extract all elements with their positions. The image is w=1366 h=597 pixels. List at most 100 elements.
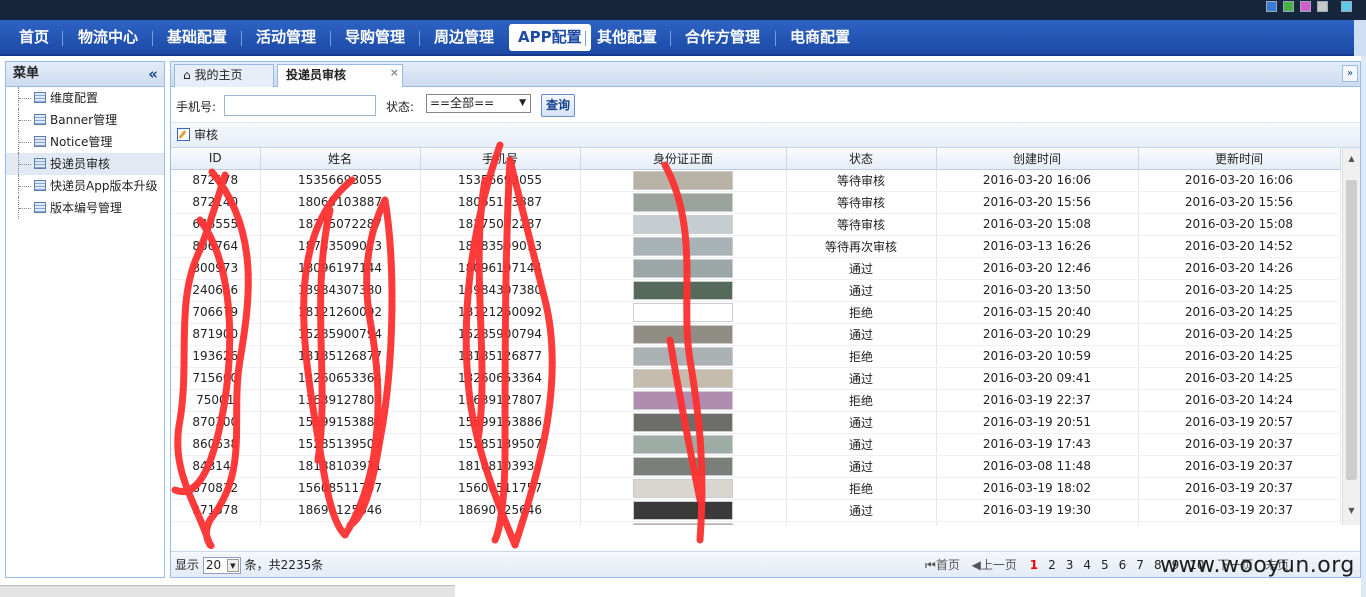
id-photo-thumbnail[interactable] [633, 280, 733, 300]
nav-item-partner[interactable]: 合作方管理 [676, 24, 769, 51]
id-photo-thumbnail[interactable] [633, 170, 733, 190]
nav-item-ecommerce[interactable]: 电商配置 [781, 24, 859, 51]
column-header-status[interactable]: 状态 [786, 148, 937, 170]
id-photo-thumbnail[interactable] [633, 324, 733, 344]
cell-id-photo[interactable] [580, 477, 787, 500]
sidebar-item-courier-audit[interactable]: 投递员审核 [6, 153, 164, 175]
column-header-name[interactable]: 姓名 [260, 148, 421, 170]
table-row[interactable]: 648555 18275072287 18275072287 等待审核 2016-03-… [171, 213, 1341, 236]
scroll-up-icon[interactable]: ▲ [1345, 154, 1358, 167]
table-row[interactable]: 240656 13984307380 13984307380 通过 2016-03-20… [171, 279, 1341, 302]
cell-id-photo[interactable] [580, 169, 787, 192]
close-icon[interactable]: × [390, 62, 399, 83]
page-number-link[interactable]: 7 [1136, 552, 1144, 578]
table-row[interactable]: 715600 13260653364 13260653364 通过 2016-03-20… [171, 367, 1341, 390]
window-button-blue[interactable] [1266, 1, 1277, 12]
cell-id-photo[interactable] [580, 345, 787, 368]
nav-item-app-config[interactable]: APP配置 [509, 24, 591, 51]
page-number-link[interactable]: 4 [1083, 552, 1091, 578]
id-photo-thumbnail[interactable] [633, 302, 733, 322]
cell-id-photo[interactable] [580, 191, 787, 214]
id-photo-thumbnail[interactable] [633, 412, 733, 432]
table-row[interactable]: 806764 18783509013 18783509013 等待再次审核 2016-0… [171, 235, 1341, 258]
table-row[interactable]: 193626 18185126877 18185126877 拒绝 2016-03-20… [171, 345, 1341, 368]
cell-id-photo[interactable] [580, 455, 787, 478]
column-header-phone[interactable]: 手机号 [420, 148, 581, 170]
column-header-id-photo[interactable]: 身份证正面 [580, 148, 787, 170]
nav-item-logistics[interactable]: 物流中心 [69, 24, 147, 51]
table-row[interactable]: 872178 15356693055 15356693055 等待审核 2016-03-… [171, 169, 1341, 192]
table-row[interactable]: 870300 15599153886 15599153886 通过 2016-03-19… [171, 411, 1341, 434]
id-photo-thumbnail[interactable] [633, 390, 733, 410]
id-photo-thumbnail[interactable] [633, 368, 733, 388]
page-number-link[interactable]: 3 [1066, 552, 1074, 578]
page-number-link[interactable]: 1 [1030, 552, 1038, 578]
phone-input[interactable] [224, 95, 376, 116]
id-photo-thumbnail[interactable] [633, 434, 733, 454]
scroll-down-icon[interactable]: ▼ [1345, 506, 1358, 519]
tab-scroll-button[interactable]: » [1342, 65, 1358, 82]
page-size-select[interactable]: 20 ▼ [202, 557, 241, 574]
sidebar-item-version-number[interactable]: 版本编号管理 [6, 197, 164, 219]
page-number-link[interactable]: 2 [1048, 552, 1056, 578]
sidebar-item-notice[interactable]: Notice管理 [6, 131, 164, 153]
table-row[interactable]: 870832 15608511757 15608511757 拒绝 2016-03-19… [171, 477, 1341, 500]
table-row[interactable]: 706679 18121260092 18121260092 拒绝 2016-03-15… [171, 301, 1341, 324]
nav-item-guide[interactable]: 导购管理 [336, 24, 414, 51]
cell-id-photo[interactable] [580, 257, 787, 280]
cell-id-photo[interactable] [580, 411, 787, 434]
sidebar-item-app-upgrade[interactable]: 快递员App版本升级 [6, 175, 164, 197]
nav-item-nearby[interactable]: 周边管理 [425, 24, 503, 51]
tab-home[interactable]: ⌂ 我的主页 [174, 64, 274, 87]
nav-item-home[interactable]: 首页 [10, 24, 58, 51]
id-photo-thumbnail[interactable] [633, 236, 733, 256]
edit-icon[interactable] [177, 128, 190, 141]
cell-id-photo[interactable] [580, 367, 787, 390]
page-number-link[interactable]: 6 [1119, 552, 1127, 578]
cell-id-photo[interactable] [580, 279, 787, 302]
window-button-green[interactable] [1283, 1, 1294, 12]
id-photo-thumbnail[interactable] [633, 500, 733, 520]
id-photo-thumbnail[interactable] [633, 258, 733, 278]
cell-id-photo[interactable] [580, 323, 787, 346]
table-row[interactable]: 860638 15285139507 15285139507 通过 2016-03-19… [171, 433, 1341, 456]
sidebar-item-dimension[interactable]: 维度配置 [6, 87, 164, 109]
id-photo-thumbnail[interactable] [633, 478, 733, 498]
column-header-updated[interactable]: 更新时间 [1138, 148, 1341, 170]
nav-item-basic-config[interactable]: 基础配置 [158, 24, 236, 51]
window-button-pink[interactable] [1300, 1, 1311, 12]
nav-item-activity[interactable]: 活动管理 [247, 24, 325, 51]
audit-button[interactable]: 审核 [194, 128, 218, 142]
window-button-cyan[interactable] [1341, 1, 1352, 12]
cell-id-photo[interactable] [580, 301, 787, 324]
collapse-icon[interactable]: « [148, 62, 158, 86]
cell-id-photo[interactable] [580, 499, 787, 522]
cell-id-photo[interactable] [580, 213, 787, 236]
id-photo-thumbnail[interactable] [633, 522, 733, 525]
page-number-link[interactable]: 5 [1101, 552, 1109, 578]
id-photo-thumbnail[interactable] [633, 346, 733, 366]
window-button-gray[interactable] [1317, 1, 1328, 12]
table-row[interactable]: 75001 13639127807 13639127807 拒绝 2016-03-19 … [171, 389, 1341, 412]
prev-page-link[interactable]: ◀上一页 [972, 558, 1017, 572]
first-page-link[interactable]: ⏮首页 [925, 558, 960, 572]
cell-id-photo[interactable] [580, 235, 787, 258]
cell-id-photo[interactable] [580, 433, 787, 456]
column-header-created[interactable]: 创建时间 [936, 148, 1139, 170]
vertical-scrollbar[interactable]: ▲ ▼ [1342, 148, 1360, 525]
table-row[interactable]: 872140 18065103887 18065103887 等待审核 2016-03-… [171, 191, 1341, 214]
status-select[interactable]: ==全部== ▼ [426, 94, 531, 113]
id-photo-thumbnail[interactable] [633, 214, 733, 234]
table-row[interactable]: 800973 18096197144 18096197144 通过 2016-03-20… [171, 257, 1341, 280]
sidebar-item-banner[interactable]: Banner管理 [6, 109, 164, 131]
cell-id-photo[interactable] [580, 389, 787, 412]
column-header-id[interactable]: ID [171, 148, 261, 170]
table-row[interactable]: 1319551376510018613765100186通过2016-03-19… [171, 521, 1341, 525]
tab-courier-audit[interactable]: 投递员审核 × [277, 64, 403, 88]
search-button[interactable]: 查询 [541, 94, 575, 117]
scrollbar-thumb[interactable] [1346, 180, 1357, 480]
table-row[interactable]: 871900 15285900794 15285900794 通过 2016-03-20… [171, 323, 1341, 346]
cell-id-photo[interactable] [580, 521, 787, 525]
id-photo-thumbnail[interactable] [633, 192, 733, 212]
table-row[interactable]: 843147 18188103931 18188103931 通过 2016-03-08… [171, 455, 1341, 478]
